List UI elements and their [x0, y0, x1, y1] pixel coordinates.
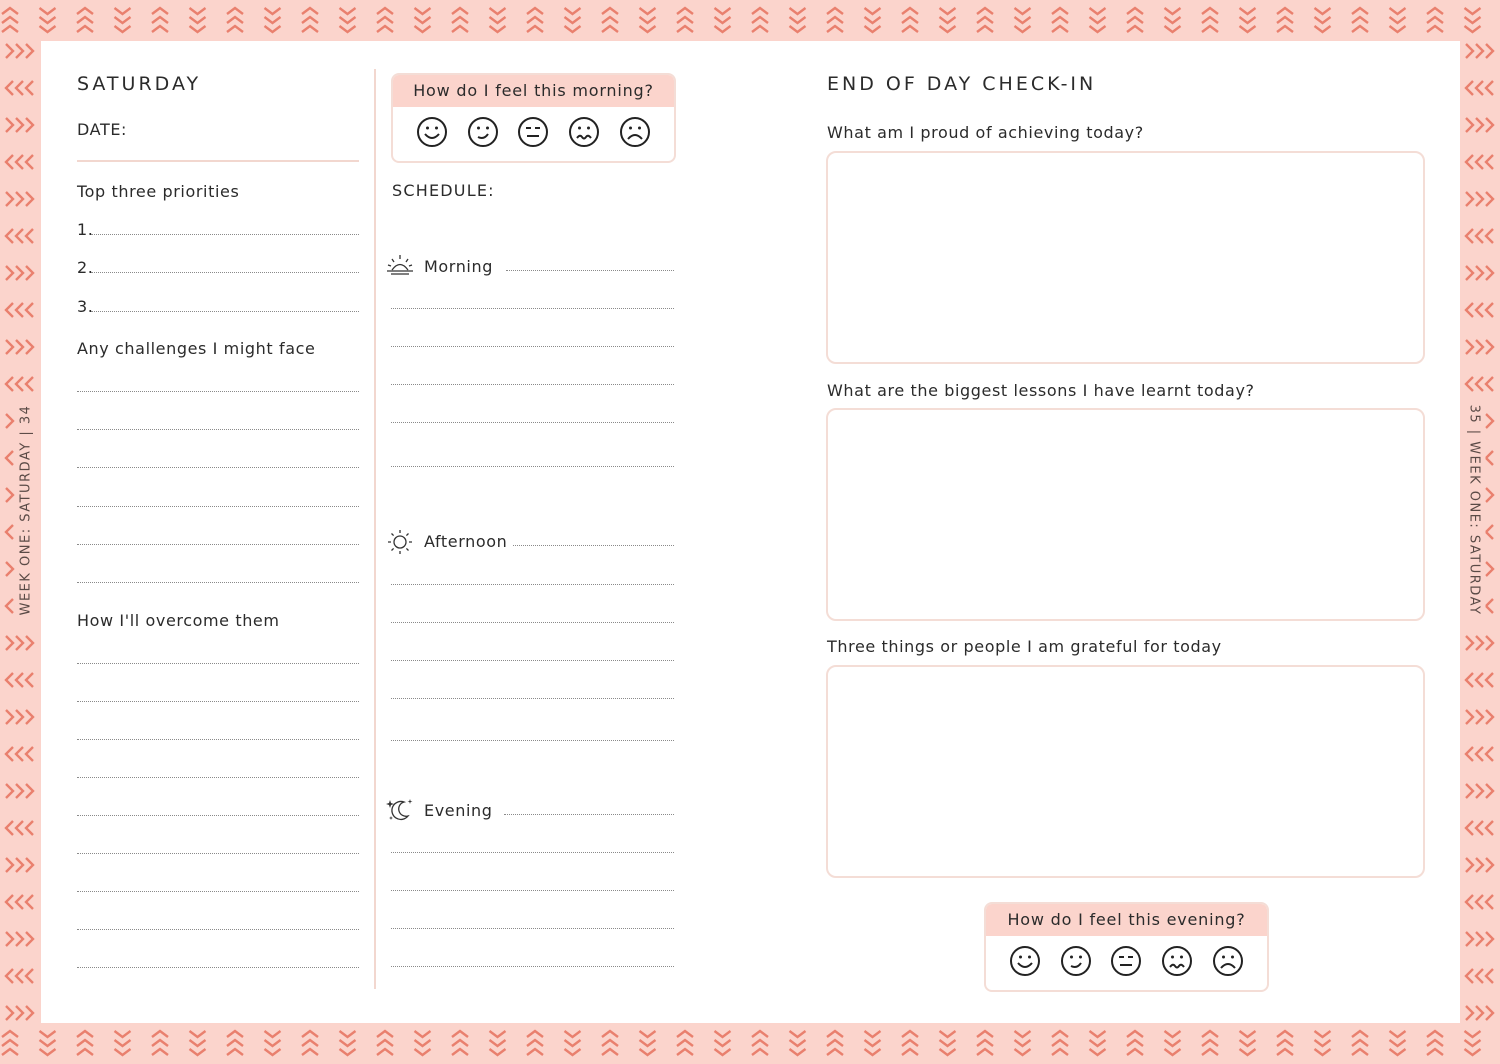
date-label: DATE: [77, 120, 128, 139]
writing-line[interactable] [77, 429, 359, 430]
schedule-line[interactable] [391, 852, 674, 853]
very-happy-face-icon[interactable] [415, 115, 449, 149]
moon-stars-icon [386, 799, 413, 821]
schedule-line[interactable] [391, 584, 674, 585]
afternoon-line[interactable] [513, 545, 674, 546]
worried-face-icon[interactable] [567, 115, 601, 149]
happy-face-icon[interactable] [466, 115, 500, 149]
schedule-line[interactable] [391, 466, 674, 467]
schedule-label: SCHEDULE: [392, 181, 495, 200]
chevron-border-bottom [0, 1023, 1500, 1064]
schedule-line[interactable] [391, 698, 674, 699]
writing-line[interactable] [77, 506, 359, 507]
writing-line[interactable] [77, 815, 359, 816]
challenges-label: Any challenges I might face [77, 339, 316, 358]
schedule-slot-evening: Evening [424, 801, 493, 820]
happy-face-icon[interactable] [1059, 944, 1093, 978]
schedule-line[interactable] [391, 346, 674, 347]
writing-line[interactable] [77, 544, 359, 545]
priority-line-3[interactable] [91, 311, 359, 312]
grateful-question: Three things or people I am grateful for… [827, 637, 1222, 656]
grateful-answer-box[interactable] [826, 665, 1425, 878]
writing-line[interactable] [77, 663, 359, 664]
page-number-left: WEEK ONE: SATURDAY | 34 [14, 402, 38, 618]
morning-line[interactable] [506, 270, 674, 271]
neutral-face-icon[interactable] [1109, 944, 1143, 978]
checkin-title: END OF DAY CHECK-IN [827, 73, 1097, 95]
schedule-line[interactable] [391, 966, 674, 967]
lessons-answer-box[interactable] [826, 408, 1425, 621]
schedule-line[interactable] [391, 740, 674, 741]
evening-mood-card: How do I feel this evening? [984, 902, 1269, 992]
writing-line[interactable] [77, 929, 359, 930]
writing-line[interactable] [77, 739, 359, 740]
schedule-line[interactable] [391, 384, 674, 385]
neutral-face-icon[interactable] [516, 115, 550, 149]
proud-answer-box[interactable] [826, 151, 1425, 364]
sad-face-icon[interactable] [1211, 944, 1245, 978]
worried-face-icon[interactable] [1160, 944, 1194, 978]
sun-icon [388, 530, 412, 554]
overcome-label: How I'll overcome them [77, 611, 280, 630]
writing-line[interactable] [77, 582, 359, 583]
priority-line-1[interactable] [91, 234, 359, 235]
writing-line[interactable] [77, 967, 359, 968]
very-happy-face-icon[interactable] [1008, 944, 1042, 978]
column-divider [374, 69, 376, 989]
chevron-border-top [0, 0, 1500, 41]
schedule-line[interactable] [391, 422, 674, 423]
lessons-question: What are the biggest lessons I have lear… [827, 381, 1255, 400]
schedule-line[interactable] [391, 660, 674, 661]
proud-question: What am I proud of achieving today? [827, 123, 1144, 142]
priority-number-1: 1. [77, 220, 94, 239]
schedule-line[interactable] [391, 890, 674, 891]
date-divider [77, 160, 359, 162]
schedule-line[interactable] [391, 308, 674, 309]
morning-mood-question: How do I feel this morning? [393, 75, 674, 107]
day-title: SATURDAY [77, 73, 202, 95]
evening-line[interactable] [504, 814, 674, 815]
writing-line[interactable] [77, 701, 359, 702]
priority-line-2[interactable] [91, 272, 359, 273]
page-number-right: 35 | WEEK ONE: SATURDAY [1462, 402, 1486, 618]
schedule-slot-afternoon: Afternoon [424, 532, 508, 551]
priority-number-3: 3. [77, 297, 94, 316]
writing-line[interactable] [77, 391, 359, 392]
writing-line[interactable] [77, 891, 359, 892]
sunrise-icon [387, 255, 413, 275]
planner-spread: SATURDAY DATE: Top three priorities 1. 2… [41, 41, 1460, 1023]
evening-mood-faces [986, 936, 1267, 978]
schedule-line[interactable] [391, 928, 674, 929]
schedule-line[interactable] [391, 622, 674, 623]
morning-mood-faces [393, 107, 674, 149]
sad-face-icon[interactable] [618, 115, 652, 149]
writing-line[interactable] [77, 853, 359, 854]
morning-mood-card: How do I feel this morning? [391, 73, 676, 163]
writing-line[interactable] [77, 467, 359, 468]
schedule-slot-morning: Morning [424, 257, 493, 276]
priorities-label: Top three priorities [77, 182, 240, 201]
priority-number-2: 2. [77, 258, 94, 277]
evening-mood-question: How do I feel this evening? [986, 904, 1267, 936]
writing-line[interactable] [77, 777, 359, 778]
